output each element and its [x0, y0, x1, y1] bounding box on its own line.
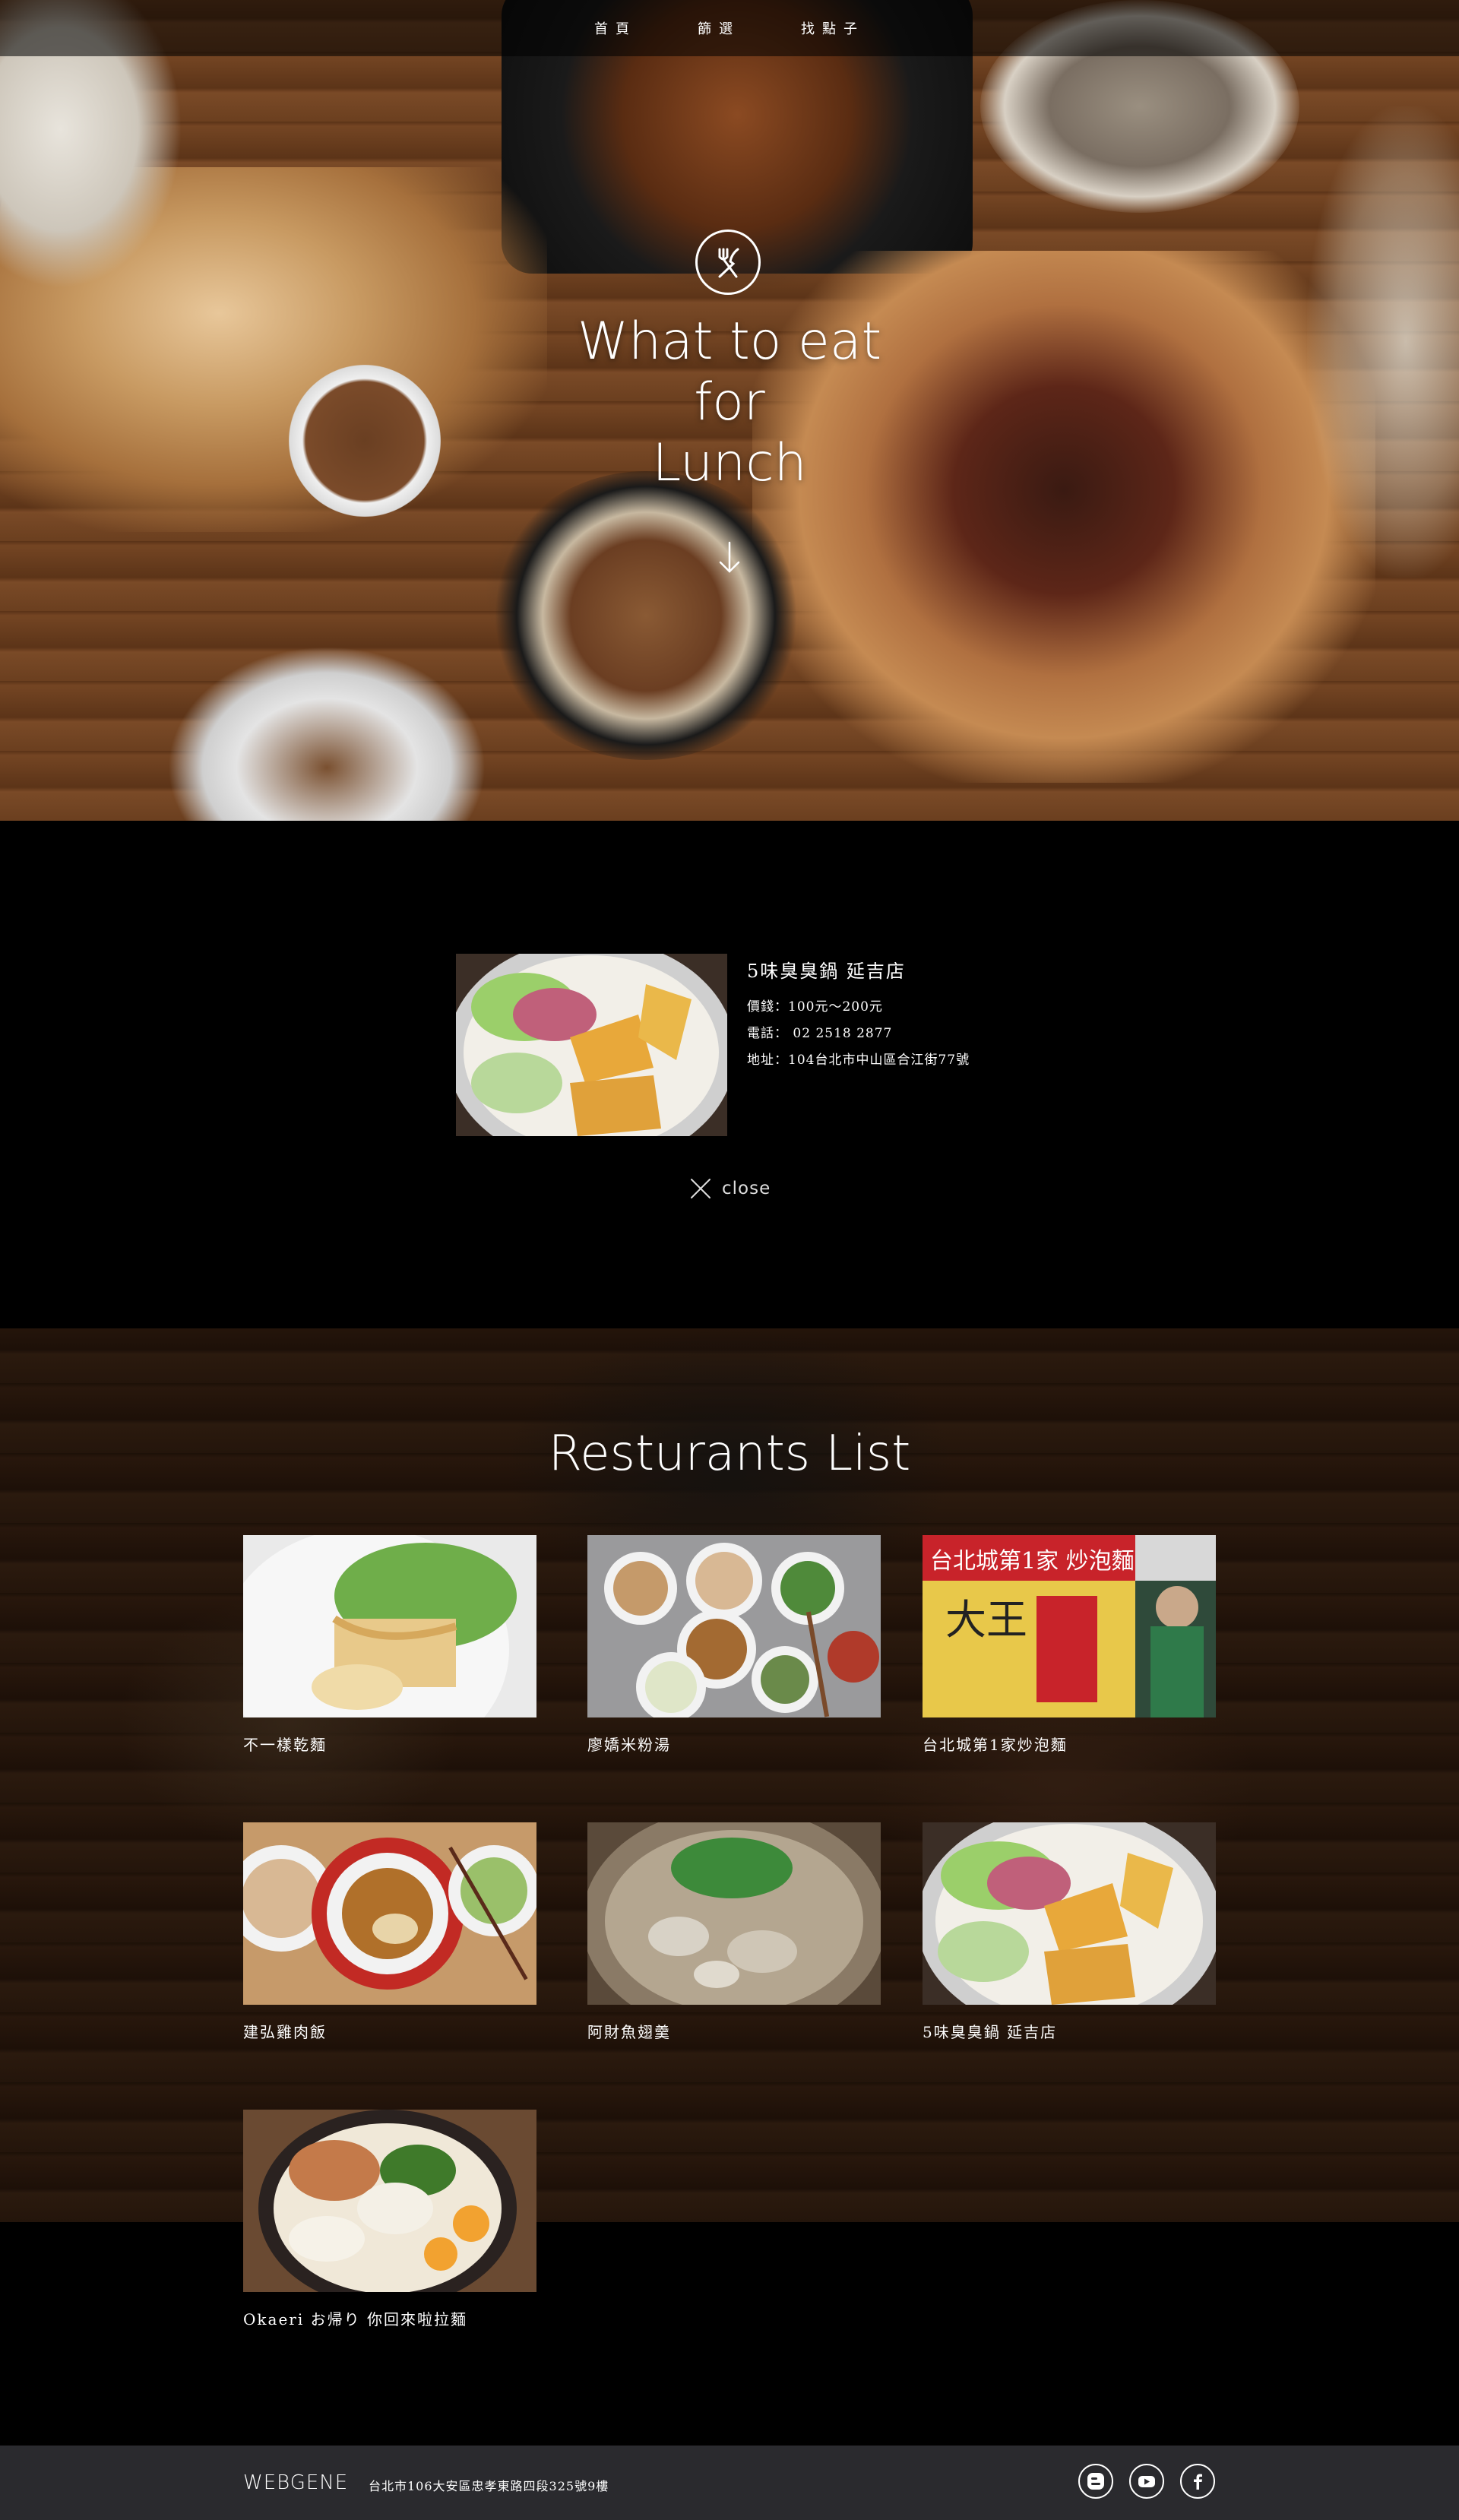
restaurants-list-title: Resturants List: [548, 1426, 911, 1482]
restaurant-card[interactable]: 廖嬌米粉湯: [587, 1535, 881, 1755]
close-icon: [691, 1179, 711, 1198]
restaurant-name: 5味臭臭鍋 延吉店: [923, 2023, 1058, 2041]
site-footer: WEBGENE 台北市106大安區忠孝東路四段325號9樓: [0, 2446, 1459, 2520]
close-label: close: [722, 1179, 771, 1198]
sign-text: 台北城第1家 炒泡麵: [930, 1548, 1135, 1575]
blogger-icon[interactable]: [1078, 2464, 1113, 2499]
close-button[interactable]: close: [690, 1176, 771, 1201]
nav-item-filter[interactable]: 篩選: [698, 18, 740, 38]
restaurant-detail-name: 5味臭臭鍋 延吉店: [747, 961, 906, 982]
restaurant-name: 建弘雞肉飯: [243, 2023, 327, 2041]
nav-item-ideas[interactable]: 找點子: [801, 18, 865, 38]
restaurant-thumbnail: 台北城第1家 炒泡麵 大王: [923, 1535, 1216, 1717]
restaurant-name: Okaeri お帰り 你回來啦拉麵: [243, 2310, 467, 2328]
restaurant-detail-image: [456, 954, 727, 1136]
restaurant-card[interactable]: 不一樣乾麵: [243, 1535, 536, 1755]
restaurant-detail-price: 價錢：100元～200元: [747, 999, 883, 1015]
soup-bowl-image: [289, 365, 441, 517]
restaurant-name: 廖嬌米粉湯: [587, 1736, 671, 1754]
hero-title-line-1: What to eat: [577, 312, 882, 372]
restaurant-name: 阿財魚翅羹: [587, 2023, 671, 2041]
footer-brand-logo[interactable]: WEBGENE: [243, 2471, 348, 2494]
scroll-down-arrow-icon[interactable]: [717, 541, 742, 575]
hero-banner: 首頁 篩選 找點子 What to eat for Lunch: [0, 0, 1459, 889]
svg-text:大王: 大王: [945, 1596, 1027, 1644]
wine-glass-image: [1307, 106, 1459, 578]
restaurant-card[interactable]: 5味臭臭鍋 延吉店: [923, 1822, 1216, 2042]
restaurant-thumbnail: [243, 1822, 536, 2005]
nav-item-home[interactable]: 首頁: [594, 18, 637, 38]
youtube-icon[interactable]: [1129, 2464, 1164, 2499]
fork-knife-logo-icon: [695, 230, 761, 295]
hero-title-line-2: for: [694, 372, 765, 432]
restaurant-thumbnail: [243, 2110, 536, 2292]
hero-title-line-3: Lunch: [652, 433, 807, 493]
restaurant-thumbnail: [243, 1535, 536, 1717]
restaurant-card[interactable]: 建弘雞肉飯: [243, 1822, 536, 2042]
top-navbar: 首頁 篩選 找點子: [0, 0, 1459, 56]
restaurant-thumbnail: [923, 1822, 1216, 2005]
footer-address: 台北市106大安區忠孝東路四段325號9樓: [369, 2479, 609, 2493]
restaurant-detail-phone: 電話： 02 2518 2877: [747, 1026, 893, 1041]
restaurant-name: 台北城第1家炒泡麵: [923, 1736, 1068, 1754]
restaurant-card[interactable]: Okaeri お帰り 你回來啦拉麵: [243, 2110, 536, 2329]
pork-knuckle-pan-image: [486, 471, 805, 760]
restaurant-card[interactable]: 台北城第1家 炒泡麵 大王 台北城第1家炒泡麵: [923, 1535, 1216, 1755]
restaurant-card[interactable]: 阿財魚翅羹: [587, 1822, 881, 2042]
restaurant-name: 不一樣乾麵: [243, 1736, 327, 1754]
restaurant-thumbnail: [587, 1535, 881, 1717]
facebook-icon[interactable]: [1180, 2464, 1215, 2499]
restaurant-detail-panel: 5味臭臭鍋 延吉店 價錢：100元～200元 電話： 02 2518 2877 …: [0, 821, 1459, 1328]
restaurants-list-section: Resturants List 不一樣乾麵 廖嬌米粉湯 台北城第1家 炒泡麵 大…: [0, 1328, 1459, 2328]
hero-title: What to eat for Lunch: [502, 312, 957, 494]
restaurant-detail-address: 地址：104台北市中山區合江街77號: [747, 1053, 970, 1068]
restaurant-thumbnail: [587, 1822, 881, 2005]
